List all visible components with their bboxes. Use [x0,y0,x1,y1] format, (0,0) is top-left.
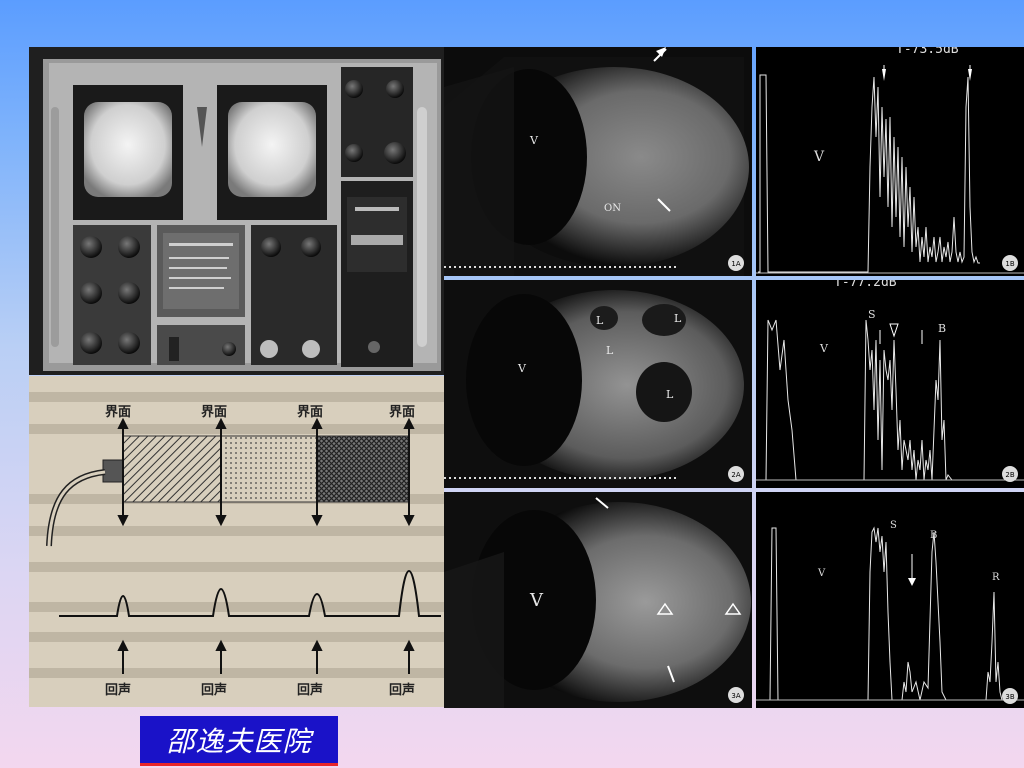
a-scan-2b-b-label: B [938,322,946,335]
a-scan-1b-tag: 1B [1005,260,1014,268]
scan-2a-l-label-4: L [666,388,674,401]
interface-label-2: 界面 [201,404,227,420]
hospital-name: 邵逸夫医院 [166,724,312,758]
echo-label-4: 回声 [389,682,415,698]
a-scan-2b-tag: 2B [1005,471,1014,479]
a-scan-3b-tag: 3B [1005,693,1014,701]
scan-3a-tag: 3A [731,692,740,700]
a-scan-plot-1b: T-73.5dB V 1B [756,47,1024,276]
a-scan-1b-header: T-73.5dB [896,47,959,57]
scan-1a-tag: 1A [731,260,740,268]
scan-1a-v-label: V [529,134,539,147]
a-scan-3b-s-label: S [890,520,897,531]
scan-2a-tag: 2A [731,471,740,479]
b-scan-image-1a: V ON 1A [444,47,752,276]
a-scan-plot-2b: T-77.2dB V S B 2B [756,280,1024,488]
scan-2a-l-label-2: L [674,312,682,325]
a-scan-1b-v-label: V [813,149,825,165]
scan-2a-l-label-3: L [606,344,614,357]
scan-1a-on-label: ON [604,203,621,214]
echo-label-2: 回声 [201,682,227,698]
scan-3a-v-label: V [529,590,544,611]
scan-2a-v-label: V [517,362,527,375]
interface-label-4: 界面 [389,404,415,420]
echo-label-3: 回声 [297,682,323,698]
interface-echo-diagram: 界面 界面 界面 界面 回声 回声 回声 回声 [29,376,444,707]
interface-label-3: 界面 [297,404,323,420]
hospital-badge: 邵逸夫医院 [140,716,338,766]
a-scan-2b-v-label: V [819,342,829,355]
a-scan-2b-s-label: S [868,308,876,321]
a-scan-plot-3b: V S B R 3B [756,492,1024,708]
a-scan-2b-header: T-77.2dB [834,280,897,290]
interface-label-1: 界面 [105,404,131,420]
scan-2a-l-label-1: L [596,314,604,327]
ultrasound-device-photo [29,47,444,375]
echo-label-1: 回声 [105,682,131,698]
b-scan-image-3a: V 3A [444,492,752,708]
b-scan-image-2a: V L L L L 2A [444,280,752,488]
a-scan-3b-b-label: B [930,530,937,541]
a-scan-3b-v-label: V [817,568,826,579]
a-scan-3b-r-label: R [992,572,1000,583]
